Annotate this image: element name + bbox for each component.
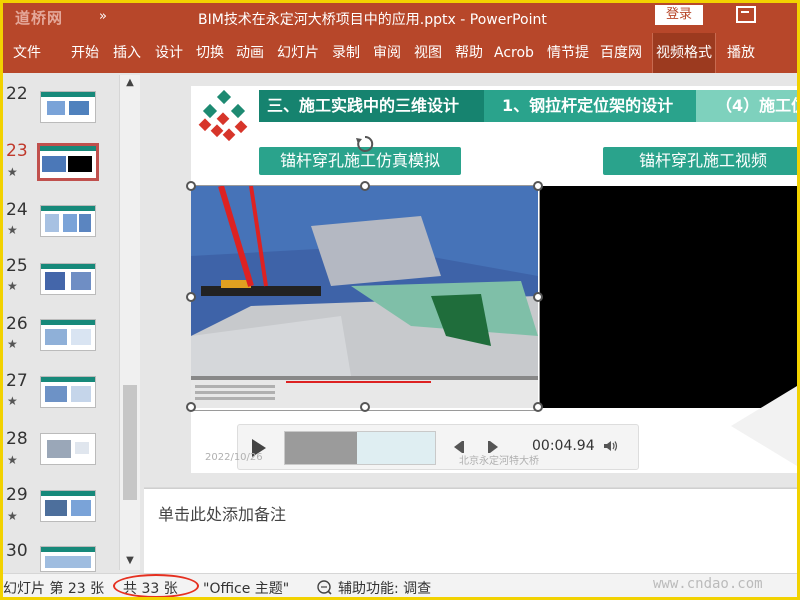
tab-file[interactable]: 文件 xyxy=(13,33,41,73)
resize-handle[interactable] xyxy=(360,181,370,191)
resize-handle[interactable] xyxy=(533,292,543,302)
slide-thumbnail[interactable] xyxy=(40,91,96,123)
document-title: BIM技术在永定河大桥项目中的应用.pptx - PowerPoint xyxy=(198,12,547,28)
thumb-number: 22 xyxy=(6,84,28,104)
thumb-number: 24 xyxy=(6,200,28,220)
slide-thumbnail[interactable] xyxy=(40,376,96,408)
scroll-down-icon[interactable]: ▼ xyxy=(120,553,140,569)
tab-design[interactable]: 设计 xyxy=(155,33,183,73)
tab-record[interactable]: 录制 xyxy=(332,33,360,73)
quick-access-more-button[interactable]: » xyxy=(99,9,107,24)
slide-thumbnail[interactable] xyxy=(40,205,96,237)
bridge-logo-icon xyxy=(198,90,248,142)
animation-star-icon: ★ xyxy=(7,337,18,351)
thumb-number: 25 xyxy=(6,256,28,276)
animation-star-icon: ★ xyxy=(7,279,18,293)
resize-handle[interactable] xyxy=(533,181,543,191)
status-bar: 幻灯片 第 23 张 共 33 张 "Office 主题" 辅助功能: 调查 w… xyxy=(3,573,797,597)
thumb-number: 23 xyxy=(6,141,28,161)
title-bar: 道桥网 » BIM技术在永定河大桥项目中的应用.pptx - PowerPoin… xyxy=(3,3,797,33)
thumb-number: 26 xyxy=(6,314,28,334)
slide-thumbnail[interactable] xyxy=(40,319,96,351)
label-construction-video[interactable]: 锚杆穿孔施工视频 xyxy=(603,147,797,175)
scroll-up-icon[interactable]: ▲ xyxy=(120,75,140,91)
media-control-bar: 00:04.94 xyxy=(237,424,639,470)
tab-acrobat[interactable]: Acrob xyxy=(494,33,534,73)
animation-star-icon: ★ xyxy=(7,165,18,179)
slide-header-item: （4）施工仿 xyxy=(696,90,797,122)
rotate-handle-icon[interactable] xyxy=(355,134,375,154)
thumbnail-scrollbar[interactable]: ▲ ▼ xyxy=(119,75,140,570)
slide-footer-organization: 北京永定河特大桥 xyxy=(459,456,539,467)
slide-thumbnail[interactable] xyxy=(40,263,96,295)
tab-storyboard[interactable]: 情节提 xyxy=(547,33,589,73)
slide-footer-date: 2022/10/26 xyxy=(205,452,263,463)
slide-header-section: 三、施工实践中的三维设计 xyxy=(259,90,484,122)
animation-star-icon: ★ xyxy=(7,453,18,467)
tab-baidu[interactable]: 百度网 xyxy=(600,33,642,73)
tab-transitions[interactable]: 切换 xyxy=(196,33,224,73)
media-progress-track[interactable] xyxy=(284,431,436,465)
resize-handle[interactable] xyxy=(186,402,196,412)
slide-thumbnail[interactable] xyxy=(40,546,96,572)
slide-header-subsection: 1、钢拉杆定位架的设计 xyxy=(484,90,696,122)
construction-video[interactable] xyxy=(540,186,797,408)
accessibility-icon[interactable] xyxy=(316,579,332,595)
tab-help[interactable]: 帮助 xyxy=(455,33,483,73)
thumb-number: 28 xyxy=(6,429,28,449)
volume-icon[interactable] xyxy=(604,439,618,453)
scrollbar-thumb[interactable] xyxy=(123,385,137,500)
resize-handle[interactable] xyxy=(186,181,196,191)
thumb-number: 27 xyxy=(6,371,28,391)
tab-animations[interactable]: 动画 xyxy=(236,33,264,73)
slide-thumbnail-pane: 22 23 ★ 24 ★ 25 ★ 26 ★ 27 ★ 28 ★ 29 ★ 30… xyxy=(3,73,144,573)
animation-star-icon: ★ xyxy=(7,509,18,523)
tab-playback[interactable]: 播放 xyxy=(727,33,755,73)
ribbon-tabs: 文件 开始 插入 设计 切换 动画 幻灯片 录制 审阅 视图 帮助 Acrob … xyxy=(3,33,797,97)
animation-star-icon: ★ xyxy=(7,223,18,237)
tab-insert[interactable]: 插入 xyxy=(113,33,141,73)
slide-canvas[interactable]: 三、施工实践中的三维设计 1、钢拉杆定位架的设计 （4）施工仿 锚杆穿孔施工仿真… xyxy=(191,86,797,473)
decorative-shape xyxy=(731,386,797,466)
media-progress-played xyxy=(285,432,357,464)
selection-outline xyxy=(191,185,540,411)
resize-handle[interactable] xyxy=(360,402,370,412)
slide-thumbnail[interactable] xyxy=(40,490,96,522)
ribbon-display-options-icon[interactable] xyxy=(736,6,756,23)
site-watermark: www.cndao.com xyxy=(653,576,763,592)
powerpoint-window: 道桥网 » BIM技术在永定河大桥项目中的应用.pptx - PowerPoin… xyxy=(0,0,800,600)
thumb-number: 30 xyxy=(6,541,28,561)
slide-editing-area: 三、施工实践中的三维设计 1、钢拉杆定位架的设计 （4）施工仿 锚杆穿孔施工仿真… xyxy=(144,73,797,488)
media-time: 00:04.94 xyxy=(532,438,595,454)
login-button[interactable]: 登录 xyxy=(655,5,703,25)
watermark-logo: 道桥网 xyxy=(15,9,64,27)
slide-thumbnail-current[interactable] xyxy=(37,143,99,181)
animation-star-icon: ★ xyxy=(7,394,18,408)
slide-position: 幻灯片 第 23 张 xyxy=(3,581,105,597)
tab-video-format[interactable]: 视频格式 xyxy=(652,33,716,73)
accessibility-status[interactable]: 辅助功能: 调查 xyxy=(338,578,431,597)
theme-name: "Office 主题" xyxy=(203,581,290,597)
slide-thumbnail[interactable] xyxy=(40,433,96,465)
highlight-oval xyxy=(113,574,199,597)
tab-view[interactable]: 视图 xyxy=(414,33,442,73)
tab-home[interactable]: 开始 xyxy=(71,33,99,73)
notes-placeholder[interactable]: 单击此处添加备注 xyxy=(158,501,286,525)
resize-handle[interactable] xyxy=(186,292,196,302)
tab-review[interactable]: 审阅 xyxy=(373,33,401,73)
tab-slideshow[interactable]: 幻灯片 xyxy=(277,33,319,73)
resize-handle[interactable] xyxy=(533,402,543,412)
notes-pane[interactable]: 单击此处添加备注 xyxy=(144,488,797,574)
thumb-number: 29 xyxy=(6,485,28,505)
